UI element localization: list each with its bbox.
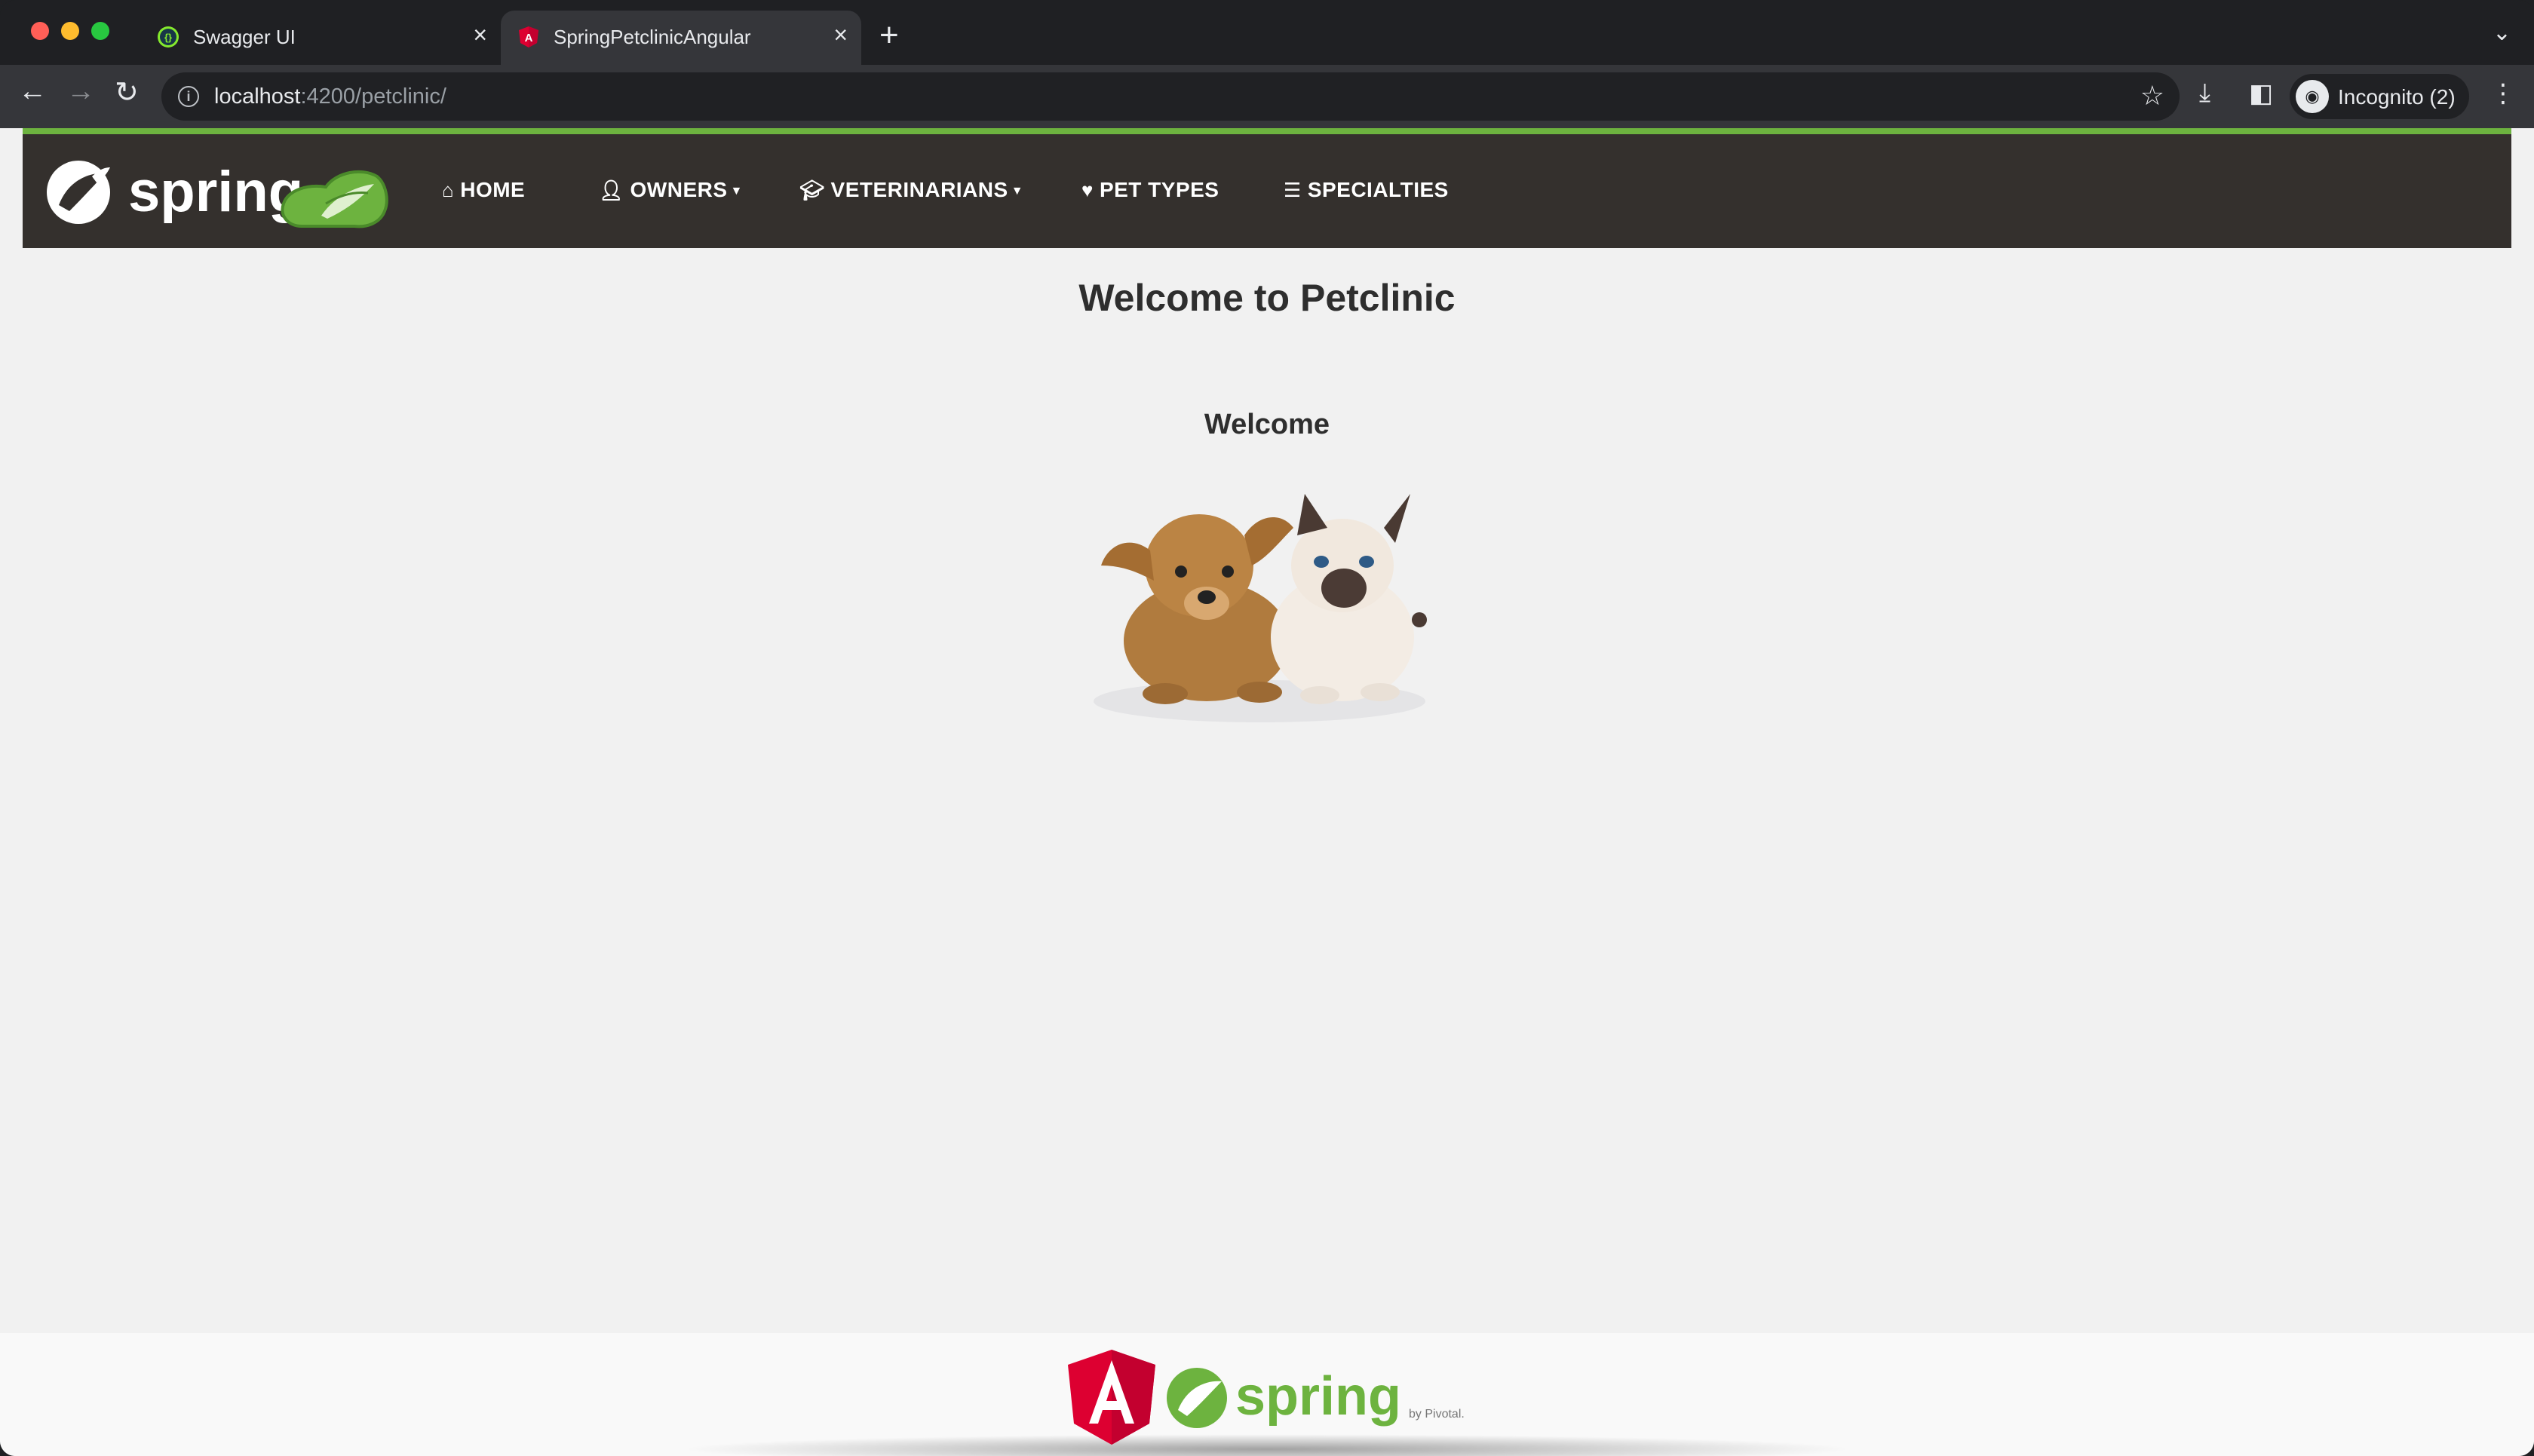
home-icon: ⌂: [442, 179, 455, 201]
tab-title: Swagger UI: [193, 26, 296, 48]
address-url[interactable]: localhost:4200/petclinic/: [214, 84, 446, 109]
page-title: Welcome to Petclinic: [1078, 277, 1456, 319]
footer-logos: spring by Pivotal.: [1068, 1350, 1465, 1445]
pets-image: [1094, 494, 1427, 722]
page-viewport: spring ⌂ HOME 👤︎ OWNERS ▼ 🎓︎ VETERINARIANS ▼ …: [0, 128, 2534, 1456]
svg-text:{}: {}: [164, 32, 172, 43]
nav-home[interactable]: ⌂ HOME: [442, 178, 525, 202]
forward-button[interactable]: →: [66, 75, 95, 108]
spring-logo[interactable]: spring: [45, 151, 392, 234]
swagger-icon: {}: [158, 26, 179, 48]
angular-logo: [1068, 1350, 1155, 1445]
profile-label: Incognito (2): [2338, 85, 2456, 109]
svg-text:by Pivotal.: by Pivotal.: [1409, 1408, 1465, 1421]
app-navbar: spring ⌂ HOME 👤︎ OWNERS ▼ 🎓︎ VETERINARIANS ▼ …: [23, 134, 2511, 248]
graduation-cap-icon: 🎓︎: [799, 179, 825, 201]
nav-owners[interactable]: 👤︎ OWNERS ▼: [599, 178, 743, 202]
nav-specialties[interactable]: ☰ SPECIALTIES: [1284, 178, 1449, 202]
close-tab-icon[interactable]: ×: [473, 21, 487, 49]
close-window-button[interactable]: [31, 22, 49, 40]
bookmark-star-icon[interactable]: ☆: [2140, 80, 2164, 112]
profile-button[interactable]: ◉ Incognito (2): [2290, 74, 2469, 119]
tab-swagger-ui[interactable]: {} Swagger UI ×: [140, 11, 501, 65]
close-tab-icon[interactable]: ×: [833, 21, 848, 49]
spring-footer-logo: spring by Pivotal.: [1167, 1366, 1465, 1428]
incognito-icon: ◉: [2296, 80, 2329, 113]
nav-veterinarians-label: VETERINARIANS: [830, 178, 1008, 201]
url-path: :4200/petclinic/: [300, 84, 446, 109]
angular-icon: A: [519, 26, 538, 48]
url-host: localhost: [214, 84, 301, 109]
welcome-heading: Welcome: [1204, 409, 1330, 440]
nav-veterinarians[interactable]: 🎓︎ VETERINARIANS ▼: [799, 178, 1023, 202]
side-panel-icon[interactable]: ◧: [2249, 78, 2273, 109]
user-icon: 👤︎: [599, 179, 624, 201]
reload-button[interactable]: ↻: [115, 75, 139, 109]
tab-search-chevron-icon[interactable]: ⌄: [2493, 20, 2511, 46]
caret-down-icon: ▼: [1011, 184, 1024, 198]
maximize-window-button[interactable]: [91, 22, 109, 40]
tab-strip: {} Swagger UI × A SpringPetclinicAngular…: [0, 0, 2534, 65]
site-info-icon[interactable]: i: [178, 86, 199, 107]
address-bar[interactable]: i localhost:4200/petclinic/ ☆: [161, 72, 2180, 121]
minimize-window-button[interactable]: [61, 22, 79, 40]
browser-window: {} Swagger UI × A SpringPetclinicAngular…: [0, 0, 2534, 1456]
svg-text:spring: spring: [1235, 1366, 1401, 1427]
tab-spring-petclinic-angular[interactable]: A SpringPetclinicAngular ×: [501, 11, 861, 65]
nav-home-label: HOME: [460, 178, 526, 201]
nav-pet-types[interactable]: ♥ PET TYPES: [1081, 178, 1219, 202]
nav-owners-label: OWNERS: [630, 178, 728, 201]
list-icon: ☰: [1284, 179, 1302, 201]
browser-toolbar: ← → ↻ i localhost:4200/petclinic/ ☆ ⤓ ◧ …: [0, 65, 2534, 128]
nav-specialties-label: SPECIALTIES: [1307, 178, 1449, 201]
download-icon[interactable]: ⤓: [2199, 78, 2210, 108]
svg-text:spring: spring: [128, 160, 303, 224]
nav-pet-types-label: PET TYPES: [1099, 178, 1219, 201]
tab-title: SpringPetclinicAngular: [554, 26, 751, 48]
new-tab-button[interactable]: +: [879, 17, 899, 54]
back-button[interactable]: ←: [18, 75, 47, 108]
caret-down-icon: ▼: [730, 184, 743, 198]
accent-bar: [23, 128, 2511, 134]
more-options-icon[interactable]: ⋮: [2490, 78, 2516, 109]
heart-icon: ♥: [1081, 179, 1094, 201]
svg-text:A: A: [525, 32, 533, 44]
